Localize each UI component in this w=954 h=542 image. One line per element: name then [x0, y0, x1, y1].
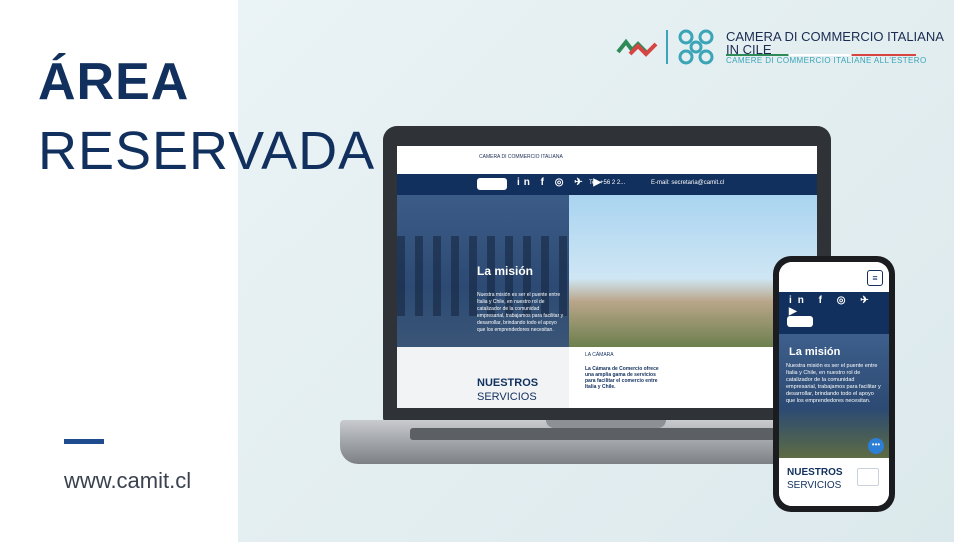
headline-reservada: RESERVADA	[38, 121, 376, 181]
laptop-camara-label: LA CÁMARA	[585, 352, 614, 358]
laptop-hero-text: Nuestra misión es ser el puente entre It…	[477, 292, 564, 333]
flag-swoosh-icon	[616, 38, 658, 57]
laptop-services-title-bold: NUESTROS	[477, 377, 539, 389]
laptop-language-selector[interactable]	[477, 178, 507, 190]
logo-divider	[666, 30, 668, 64]
hamburger-menu-icon[interactable]: ≡	[867, 270, 883, 286]
phone-services-title-bold: NUESTROS	[787, 467, 843, 478]
logo-text-line3: CAMERE DI COMMERCIO ITALIANE ALL'ESTERO	[726, 56, 927, 65]
laptop-hero-title: La misión	[477, 264, 534, 278]
phone-hero-title: La misión	[789, 346, 841, 358]
laptop-site-topbar: in f ◎ ✈ ▶ Tel: +56 2 2... E-mail: secre…	[397, 174, 817, 195]
accent-bar	[64, 439, 104, 444]
phone-social-icons[interactable]: in f ◎ ✈ ▶	[789, 295, 889, 317]
phone-services-title: SERVICIOS	[787, 480, 842, 491]
chamber-emblem-icon	[678, 29, 714, 65]
speech-bubble-icon	[857, 468, 879, 486]
laptop-site-header: CAMERA DI COMMERCIO ITALIANA	[397, 146, 817, 174]
phone-site-header: ≡	[779, 262, 889, 292]
phone-language-selector[interactable]	[787, 316, 813, 327]
laptop-notch	[546, 420, 666, 428]
laptop-site-logo[interactable]: CAMERA DI COMMERCIO ITALIANA	[479, 154, 563, 160]
chat-bubble-icon[interactable]: •••	[868, 438, 884, 454]
headline-area: ÁREA	[38, 53, 190, 111]
laptop-email-contact[interactable]: E-mail: secretaria@camit.cl	[651, 180, 724, 186]
phone-screen: ≡ in f ◎ ✈ ▶ La misión Nuestra misión es…	[779, 262, 889, 506]
phone-hero-text: Nuestra misión es ser el puente entre It…	[786, 363, 881, 404]
laptop-screen: CAMERA DI COMMERCIO ITALIANA in f ◎ ✈ ▶ …	[397, 146, 817, 408]
laptop-keyboard	[410, 428, 800, 440]
laptop-services-title: SERVICIOS	[477, 391, 537, 403]
laptop-phone-contact[interactable]: Tel: +56 2 2...	[589, 180, 625, 186]
website-link[interactable]: www.camit.cl	[64, 468, 191, 494]
laptop-camara-text: La Cámara de Comercio ofrece una amplia …	[585, 366, 659, 390]
